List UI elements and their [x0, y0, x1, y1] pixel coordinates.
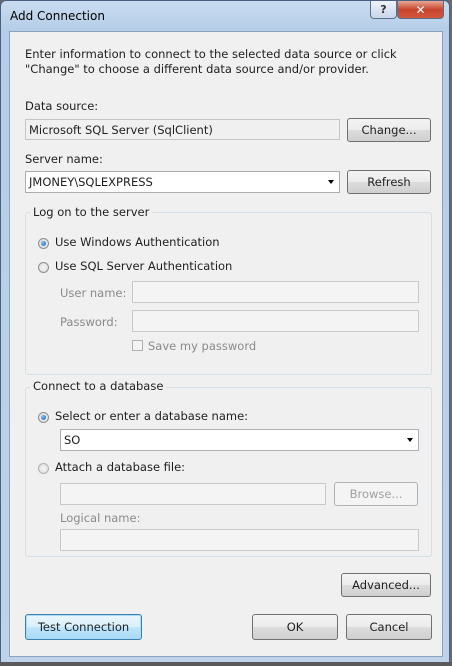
- windows-auth-radio[interactable]: [38, 238, 49, 249]
- password-input[interactable]: [132, 310, 419, 332]
- server-name-value: JMONEY\SQLEXPRESS: [29, 175, 153, 189]
- data-source-label: Data source:: [25, 99, 99, 113]
- data-source-field: Microsoft SQL Server (SqlClient): [25, 119, 340, 140]
- close-icon: ✕: [415, 2, 426, 17]
- help-button[interactable]: ?: [370, 1, 397, 19]
- select-database-radio[interactable]: [38, 412, 49, 423]
- logical-name-input[interactable]: [60, 529, 419, 551]
- advanced-button[interactable]: Advanced...: [341, 573, 431, 597]
- save-password-label[interactable]: Save my password: [148, 339, 256, 353]
- user-name-label: User name:: [60, 286, 127, 300]
- dialog-window: Add Connection ? ✕ Enter information to …: [0, 0, 450, 664]
- logical-name-label: Logical name:: [60, 511, 141, 525]
- cancel-button[interactable]: Cancel: [346, 614, 432, 640]
- title-bar: Add Connection ? ✕: [1, 1, 449, 31]
- attach-file-radio[interactable]: [38, 463, 49, 474]
- attach-file-input[interactable]: [60, 483, 326, 505]
- background-strip: [0, 662, 452, 666]
- help-icon: ?: [380, 3, 387, 16]
- database-group-title: Connect to a database: [30, 379, 167, 393]
- windows-auth-label[interactable]: Use Windows Authentication: [55, 235, 220, 249]
- logon-group-title: Log on to the server: [30, 205, 153, 219]
- password-label: Password:: [60, 315, 118, 329]
- refresh-button[interactable]: Refresh: [347, 170, 431, 194]
- server-name-label: Server name:: [25, 152, 103, 166]
- sql-auth-label[interactable]: Use SQL Server Authentication: [55, 259, 232, 273]
- window-title: Add Connection: [10, 9, 105, 23]
- dropdown-arrow-icon[interactable]: [407, 438, 413, 442]
- sql-auth-radio[interactable]: [38, 262, 49, 273]
- ok-button[interactable]: OK: [252, 614, 338, 640]
- save-password-checkbox[interactable]: [132, 340, 143, 351]
- server-name-combo[interactable]: JMONEY\SQLEXPRESS: [25, 171, 340, 193]
- select-database-label[interactable]: Select or enter a database name:: [55, 409, 248, 423]
- intro-text: Enter information to connect to the sele…: [25, 47, 397, 76]
- database-name-value: SO: [64, 433, 81, 447]
- user-name-input[interactable]: [132, 281, 419, 303]
- browse-button[interactable]: Browse...: [334, 482, 418, 506]
- dropdown-arrow-icon[interactable]: [328, 180, 334, 184]
- attach-file-label[interactable]: Attach a database file:: [55, 460, 185, 474]
- change-button[interactable]: Change...: [347, 118, 431, 142]
- data-source-value: Microsoft SQL Server (SqlClient): [29, 122, 213, 137]
- close-button[interactable]: ✕: [397, 1, 444, 19]
- dialog-client-area: Enter information to connect to the sele…: [9, 31, 443, 657]
- test-connection-button[interactable]: Test Connection: [25, 614, 142, 640]
- database-name-combo[interactable]: SO: [60, 429, 419, 451]
